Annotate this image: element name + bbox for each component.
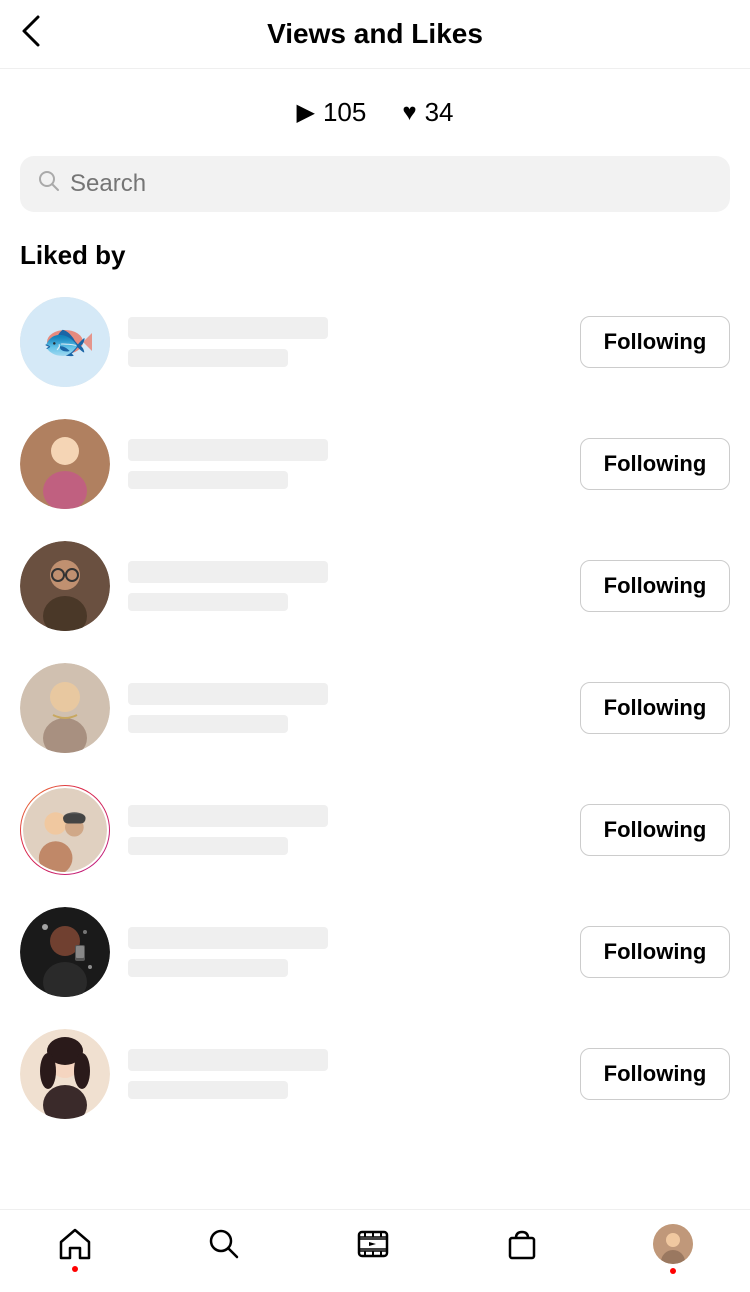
reels-icon [355,1226,391,1262]
user-info [128,317,562,367]
name-skeleton [128,927,328,949]
sub-skeleton [128,593,288,611]
avatar [20,419,110,509]
following-button[interactable]: Following [580,804,730,856]
name-skeleton [128,439,328,461]
avatar [20,907,110,997]
list-item: Following [10,525,740,647]
name-skeleton [128,561,328,583]
user-info [128,927,562,977]
search-container [0,148,750,228]
avatar [20,297,110,387]
nav-dot [670,1268,676,1274]
views-stat: ▶ 105 [296,97,366,128]
nav-profile[interactable] [653,1224,693,1264]
likes-count: 34 [425,97,454,128]
name-skeleton [128,805,328,827]
following-button[interactable]: Following [580,560,730,612]
following-button[interactable]: Following [580,682,730,734]
list-item: Following [10,1013,740,1135]
list-item: Following [10,281,740,403]
name-skeleton [128,317,328,339]
play-icon: ▶ [296,98,314,127]
name-skeleton [128,683,328,705]
sub-skeleton [128,1081,288,1099]
search-nav-icon [206,1226,242,1262]
profile-avatar [653,1224,693,1264]
user-info [128,439,562,489]
sub-skeleton [128,471,288,489]
likes-stat: ♥ 34 [402,97,453,128]
bottom-nav [0,1209,750,1292]
following-button[interactable]: Following [580,1048,730,1100]
sub-skeleton [128,959,288,977]
nav-shop[interactable] [504,1226,540,1262]
shop-icon [504,1226,540,1262]
nav-reels[interactable] [355,1226,391,1262]
user-list: Following Following [0,281,750,1135]
user-info [128,805,562,855]
nav-dot [72,1266,78,1272]
search-bar[interactable] [20,156,730,212]
user-info [128,1049,562,1099]
sub-skeleton [128,837,288,855]
avatar [20,785,110,875]
search-icon [38,170,60,198]
stats-bar: ▶ 105 ♥ 34 [0,69,750,148]
nav-home[interactable] [57,1226,93,1262]
header: Views and Likes [0,0,750,69]
home-icon [57,1226,93,1262]
user-info [128,683,562,733]
name-skeleton [128,1049,328,1071]
views-count: 105 [323,97,366,128]
user-info [128,561,562,611]
list-item: Following [10,891,740,1013]
page-title: Views and Likes [267,18,483,50]
liked-by-label: Liked by [0,228,750,281]
sub-skeleton [128,715,288,733]
list-item: Following [10,403,740,525]
following-button[interactable]: Following [580,316,730,368]
list-item: Following [10,769,740,891]
search-input[interactable] [70,170,712,198]
following-button[interactable]: Following [580,926,730,978]
sub-skeleton [128,349,288,367]
back-button[interactable] [20,13,42,56]
avatar [20,1029,110,1119]
list-item: Following [10,647,740,769]
following-button[interactable]: Following [580,438,730,490]
nav-search[interactable] [206,1226,242,1262]
avatar [20,541,110,631]
heart-icon: ♥ [402,99,416,127]
avatar [20,663,110,753]
